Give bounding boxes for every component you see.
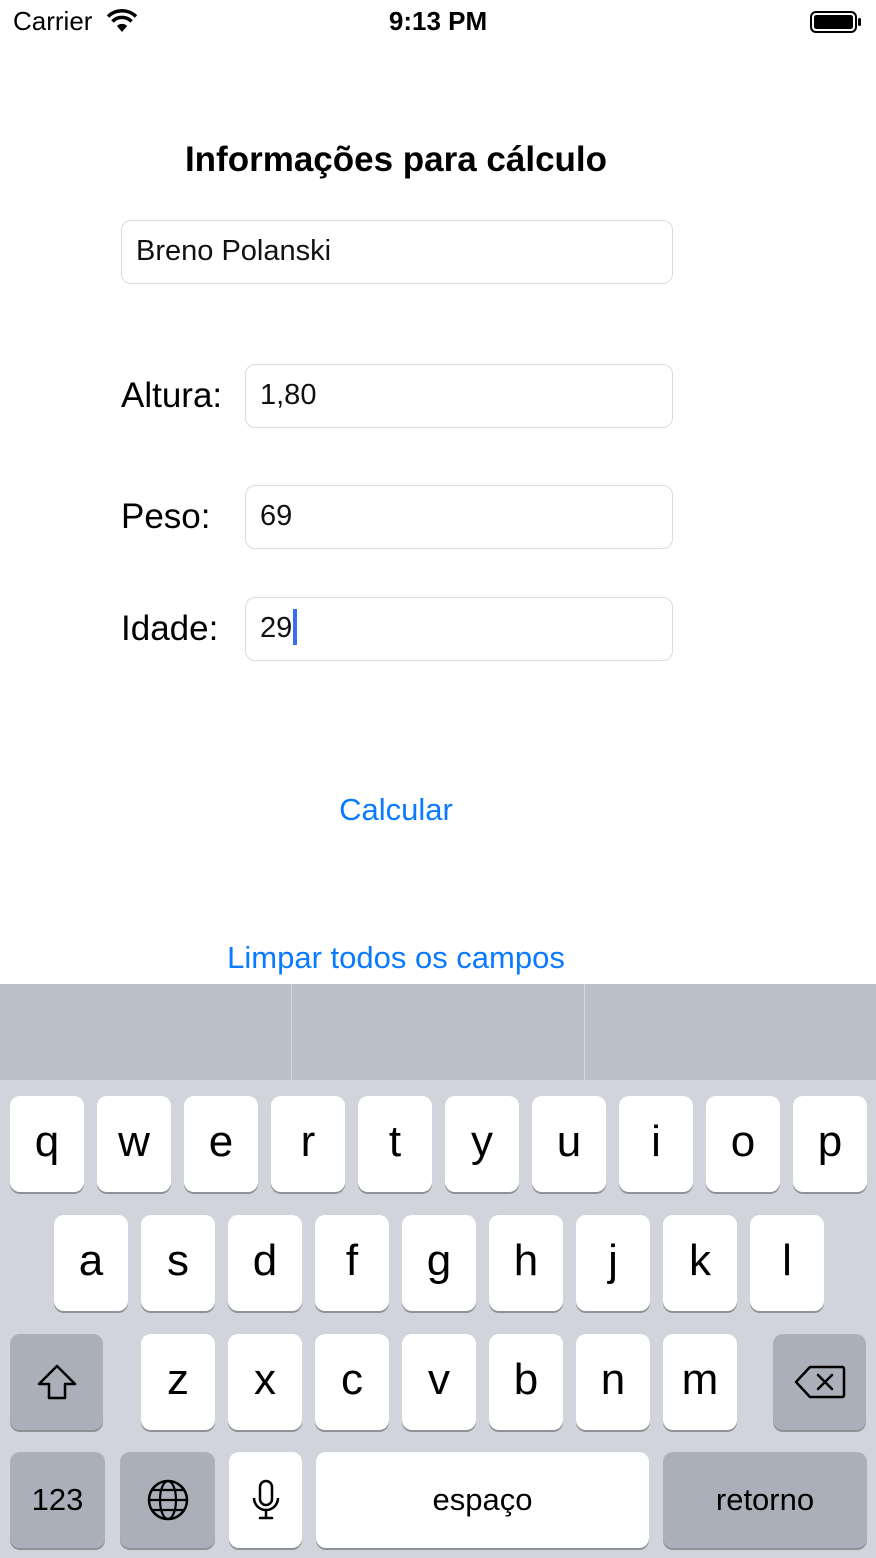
peso-input[interactable]: 69 bbox=[245, 485, 673, 549]
key-s[interactable]: s bbox=[141, 1215, 215, 1311]
peso-label: Peso: bbox=[121, 497, 211, 536]
altura-input[interactable]: 1,80 bbox=[245, 364, 673, 428]
microphone-icon bbox=[252, 1479, 279, 1520]
clear-all-button[interactable]: Limpar todos os campos bbox=[0, 940, 792, 976]
idade-input[interactable]: 29 bbox=[245, 597, 673, 661]
key-h[interactable]: h bbox=[489, 1215, 563, 1311]
key-v[interactable]: v bbox=[402, 1334, 476, 1430]
return-key[interactable]: retorno bbox=[663, 1452, 867, 1548]
key-q[interactable]: q bbox=[10, 1096, 84, 1192]
text-caret bbox=[293, 609, 298, 646]
idade-value: 29 bbox=[260, 612, 293, 644]
shift-key[interactable] bbox=[10, 1334, 103, 1430]
key-g[interactable]: g bbox=[402, 1215, 476, 1311]
key-r[interactable]: r bbox=[271, 1096, 345, 1192]
key-f[interactable]: f bbox=[315, 1215, 389, 1311]
page-title: Informações para cálculo bbox=[184, 140, 608, 179]
idade-label: Idade: bbox=[121, 609, 219, 648]
globe-icon bbox=[147, 1479, 188, 1521]
key-a[interactable]: a bbox=[54, 1215, 128, 1311]
backspace-icon bbox=[794, 1365, 845, 1399]
clock: 9:13 PM bbox=[388, 6, 488, 36]
battery-icon bbox=[810, 11, 861, 33]
shift-icon bbox=[37, 1364, 76, 1400]
key-u[interactable]: u bbox=[532, 1096, 606, 1192]
key-n[interactable]: n bbox=[576, 1334, 650, 1430]
name-input[interactable]: Breno Polanski bbox=[121, 220, 673, 284]
key-i[interactable]: i bbox=[619, 1096, 693, 1192]
key-d[interactable]: d bbox=[228, 1215, 302, 1311]
key-l[interactable]: l bbox=[750, 1215, 824, 1311]
key-y[interactable]: y bbox=[445, 1096, 519, 1192]
status-bar: Carrier 9:13 PM bbox=[0, 0, 876, 44]
key-e[interactable]: e bbox=[184, 1096, 258, 1192]
space-key[interactable]: espaço bbox=[316, 1452, 649, 1548]
key-w[interactable]: w bbox=[97, 1096, 171, 1192]
numbers-key[interactable]: 123 bbox=[10, 1452, 105, 1548]
predictive-separator bbox=[584, 984, 585, 1080]
predictive-bar bbox=[0, 984, 876, 1080]
key-p[interactable]: p bbox=[793, 1096, 867, 1192]
predictive-separator bbox=[291, 984, 292, 1080]
key-k[interactable]: k bbox=[663, 1215, 737, 1311]
key-c[interactable]: c bbox=[315, 1334, 389, 1430]
key-m[interactable]: m bbox=[663, 1334, 737, 1430]
key-t[interactable]: t bbox=[358, 1096, 432, 1192]
key-j[interactable]: j bbox=[576, 1215, 650, 1311]
key-b[interactable]: b bbox=[489, 1334, 563, 1430]
key-o[interactable]: o bbox=[706, 1096, 780, 1192]
key-z[interactable]: z bbox=[141, 1334, 215, 1430]
delete-key[interactable] bbox=[773, 1334, 866, 1430]
globe-key[interactable] bbox=[120, 1452, 215, 1548]
microphone-key[interactable] bbox=[229, 1452, 302, 1548]
key-x[interactable]: x bbox=[228, 1334, 302, 1430]
calcular-button[interactable]: Calcular bbox=[0, 792, 792, 828]
keyboard: q w e r t y u i o p a s d f g h j k l z … bbox=[0, 984, 876, 1558]
altura-label: Altura: bbox=[121, 376, 223, 415]
